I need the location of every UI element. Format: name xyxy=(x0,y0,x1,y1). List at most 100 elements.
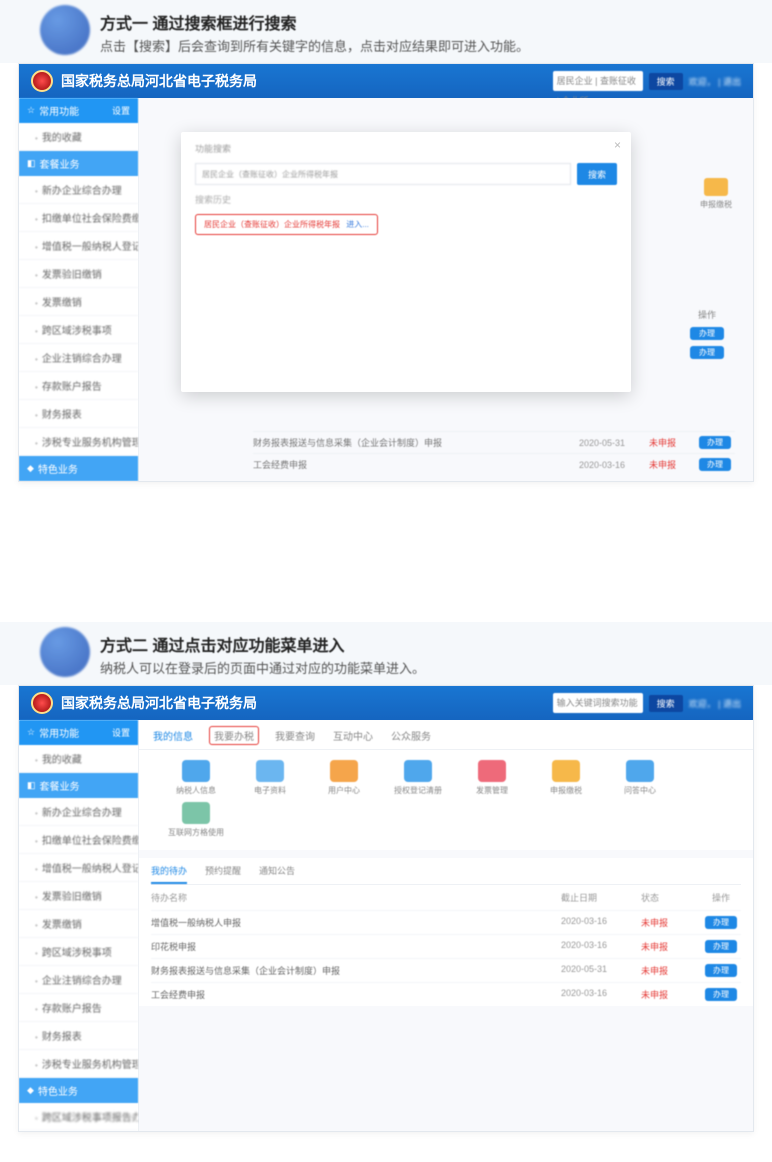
right-action-column: 操作 办理 办理 xyxy=(679,308,735,365)
table-tab[interactable]: 预约提醒 xyxy=(205,864,241,884)
table-tab[interactable]: 我的待办 xyxy=(151,864,187,884)
sidebar-heading-package[interactable]: ◧ 套餐业务 xyxy=(19,151,138,176)
decor-bubble xyxy=(40,627,90,677)
action-btn[interactable]: 办理 xyxy=(690,346,724,359)
sidebar-item[interactable]: 涉税专业服务机构管理表 xyxy=(19,428,138,456)
feature-icon[interactable]: 问答中心 xyxy=(603,760,677,796)
sidebar-heading3-label: 特色业务 xyxy=(38,461,78,476)
feature-icon[interactable]: 电子资料 xyxy=(233,760,307,796)
top-search-button[interactable]: 搜索 xyxy=(649,695,683,712)
sidebar-heading2-label: 套餐业务 xyxy=(40,156,80,171)
row-action-button[interactable]: 办理 xyxy=(705,940,737,953)
feature-icon[interactable]: 发票管理 xyxy=(455,760,529,796)
sidebar-item[interactable]: 企业注销综合办理 xyxy=(19,344,138,372)
cell-name: 增值税一般纳税人申报 xyxy=(151,916,561,929)
top-search-button[interactable]: 搜索 xyxy=(649,73,683,90)
main-tab[interactable]: 互动中心 xyxy=(331,728,375,749)
modal-search-input[interactable]: 居民企业（查账征收）企业所得税年报 xyxy=(195,163,571,185)
main-tab[interactable]: 我要查询 xyxy=(273,728,317,749)
cell-status: 未申报 xyxy=(649,458,699,471)
sidebar: ☆ 常用功能 设置 我的收藏 ◧ 套餐业务 新办企业综合办理扣缴单位社会保险费缴… xyxy=(19,720,139,1131)
cell-status: 未申报 xyxy=(641,964,701,977)
sidebar-item[interactable]: 发票验旧缴销 xyxy=(19,882,138,910)
sidebar-item[interactable]: 发票验旧缴销 xyxy=(19,260,138,288)
sidebar-item[interactable]: 增值税一般纳税人登记 xyxy=(19,854,138,882)
top-search-input[interactable]: 居民企业 | 查账征收 | 企业所... xyxy=(553,71,643,91)
close-icon[interactable]: × xyxy=(614,138,621,152)
sidebar-item-fav[interactable]: 我的收藏 xyxy=(19,123,138,151)
th-name: 待办名称 xyxy=(151,891,561,904)
app-window-2: 国家税务总局河北省电子税务局 输入关键词搜索功能 搜索 欢迎， | 退出 ☆ 常… xyxy=(18,685,754,1132)
row-action-button[interactable]: 办理 xyxy=(705,988,737,1001)
feature-icon-graphic xyxy=(404,760,432,782)
sidebar-item[interactable]: 增值税一般纳税人登记 xyxy=(19,232,138,260)
feature-icon-graphic xyxy=(256,760,284,782)
search-modal: 功能搜索 × 居民企业（查账征收）企业所得税年报 搜索 搜索历史 居民企业（查账… xyxy=(181,132,631,392)
result-more: 进入... xyxy=(346,220,369,229)
row-action-button[interactable]: 办理 xyxy=(705,964,737,977)
feature-icon[interactable]: 用户中心 xyxy=(307,760,381,796)
feature-icon-label: 申报缴税 xyxy=(550,785,582,796)
sidebar-item[interactable]: 新办企业综合办理 xyxy=(19,176,138,204)
feature-icon[interactable]: 授权登记清册 xyxy=(381,760,455,796)
sidebar-item[interactable]: 新办企业综合办理 xyxy=(19,798,138,826)
row-action-button[interactable]: 办理 xyxy=(699,436,731,449)
sidebar: ☆ 常用功能 设置 我的收藏 ◧ 套餐业务 新办企业综合办理扣缴单位社会保险费缴… xyxy=(19,98,139,481)
icon-grid: 纳税人信息电子资料用户中心授权登记清册发票管理申报缴税 问答中心互联网方格使用 xyxy=(139,750,753,850)
sidebar-item-extra[interactable]: 跨区域涉税事项报告办 xyxy=(19,1103,138,1131)
top-user-area[interactable]: 欢迎， | 退出 xyxy=(689,697,741,710)
section2-subtitle: 纳税人可以在登录后的页面中通过对应的功能菜单进入。 xyxy=(100,658,762,677)
table-tab[interactable]: 通知公告 xyxy=(259,864,295,884)
row-action-button[interactable]: 办理 xyxy=(699,458,731,471)
sidebar-item[interactable]: 发票缴销 xyxy=(19,288,138,316)
sidebar-heading1-badge: 设置 xyxy=(112,104,130,117)
bottom-table: 财务报表报送与信息采集（企业会计制度）申报2020-05-31未申报办理工会经费… xyxy=(253,431,735,475)
sidebar-item[interactable]: 扣缴单位社会保险费缴 xyxy=(19,826,138,854)
sidebar-heading-favorites[interactable]: ☆ 常用功能 设置 xyxy=(19,720,138,745)
sidebar-item[interactable]: 扣缴单位社会保险费缴 xyxy=(19,204,138,232)
sidebar-heading-favorites[interactable]: ☆ 常用功能 设置 xyxy=(19,98,138,123)
cell-name: 财务报表报送与信息采集（企业会计制度）申报 xyxy=(253,436,579,449)
cell-status: 未申报 xyxy=(641,916,701,929)
section1-subtitle: 点击【搜索】后会查询到所有关键字的信息，点击对应结果即可进入功能。 xyxy=(100,36,762,55)
sidebar-item-fav[interactable]: 我的收藏 xyxy=(19,745,138,773)
sidebar-item[interactable]: 发票缴销 xyxy=(19,910,138,938)
topbar-right: 输入关键词搜索功能 搜索 欢迎， | 退出 xyxy=(553,693,741,713)
main-tab[interactable]: 公众服务 xyxy=(389,728,433,749)
main-tab[interactable]: 我的信息 xyxy=(151,728,195,749)
search-result-chip[interactable]: 居民企业（查账征收）企业所得税年报 进入... xyxy=(195,214,378,235)
feature-icon-graphic xyxy=(478,760,506,782)
feature-icon[interactable]: 纳税人信息 xyxy=(159,760,233,796)
modal-search-button[interactable]: 搜索 xyxy=(577,163,617,185)
intro-block: 方式一 通过搜索框进行搜索 点击【搜索】后会查询到所有关键字的信息，点击对应结果… xyxy=(0,0,772,63)
sidebar-heading-special[interactable]: ◆ 特色业务 xyxy=(19,456,138,481)
cell-status: 未申报 xyxy=(641,940,701,953)
sidebar-item[interactable]: 企业注销综合办理 xyxy=(19,966,138,994)
sidebar-item[interactable]: 财务报表 xyxy=(19,1022,138,1050)
feature-icon[interactable]: 申报缴税 xyxy=(529,760,603,796)
feature-icon[interactable]: 互联网方格使用 xyxy=(159,802,233,838)
feature-icon-label: 问答中心 xyxy=(624,785,656,796)
table-head: 待办名称 截止日期 状态 操作 xyxy=(151,885,741,910)
right-shortcut[interactable]: 申报缴税 xyxy=(699,178,733,210)
cube-icon: ◧ xyxy=(27,780,36,791)
feature-icon-label: 互联网方格使用 xyxy=(168,827,224,838)
app-body: ☆ 常用功能 设置 我的收藏 ◧ 套餐业务 新办企业综合办理扣缴单位社会保险费缴… xyxy=(19,720,753,1131)
sidebar-item[interactable]: 跨区域涉税事项 xyxy=(19,316,138,344)
app-title: 国家税务总局河北省电子税务局 xyxy=(61,693,257,713)
sidebar-item[interactable]: 存款账户报告 xyxy=(19,372,138,400)
sidebar-heading-special[interactable]: ◆ 特色业务 xyxy=(19,1078,138,1103)
top-user-area[interactable]: 欢迎， | 退出 xyxy=(689,75,741,88)
row-action-button[interactable]: 办理 xyxy=(705,916,737,929)
cell-date: 2020-03-16 xyxy=(561,940,641,953)
sidebar-item[interactable]: 存款账户报告 xyxy=(19,994,138,1022)
top-search-input[interactable]: 输入关键词搜索功能 xyxy=(553,693,643,713)
sidebar-item[interactable]: 跨区域涉税事项 xyxy=(19,938,138,966)
sidebar-item[interactable]: 财务报表 xyxy=(19,400,138,428)
sidebar-heading-package[interactable]: ◧ 套餐业务 xyxy=(19,773,138,798)
sidebar-item[interactable]: 涉税专业服务机构管理表 xyxy=(19,1050,138,1078)
main-tab[interactable]: 我要办税 xyxy=(209,726,259,745)
topbar-right: 居民企业 | 查账征收 | 企业所... 搜索 欢迎， | 退出 xyxy=(553,71,741,91)
action-btn[interactable]: 办理 xyxy=(690,327,724,340)
th-date: 截止日期 xyxy=(561,891,641,904)
